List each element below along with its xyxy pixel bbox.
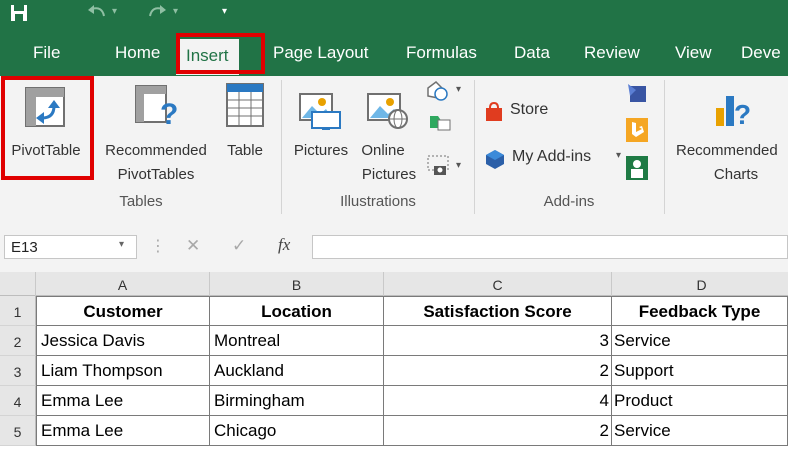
recommended-charts-label-2: Charts	[713, 166, 759, 183]
recommended-pivottables-button[interactable]: ? Recommended PivotTables	[94, 78, 218, 188]
column-header-b[interactable]: B	[210, 272, 384, 296]
table-cell[interactable]: Auckland	[210, 356, 384, 386]
table-label: Table	[227, 142, 263, 159]
table-cell[interactable]: Jessica Davis	[36, 326, 210, 356]
table-icon	[226, 83, 264, 127]
online-pictures-label-1: Online	[361, 142, 405, 159]
store-label: Store	[510, 101, 549, 118]
redo-icon[interactable]	[146, 4, 168, 22]
name-box-dropdown-icon[interactable]: ▾	[119, 239, 124, 250]
table-cell[interactable]: Support	[612, 356, 788, 386]
name-box[interactable]: E13	[4, 235, 137, 259]
cell-c1[interactable]: Satisfaction Score	[384, 296, 612, 326]
row-header[interactable]: 5	[0, 416, 36, 446]
table-cell[interactable]: Birmingham	[210, 386, 384, 416]
select-all-corner[interactable]	[0, 272, 36, 296]
formula-bar-grip-icon: ⋮	[150, 238, 166, 255]
enter-icon[interactable]: ✓	[232, 236, 246, 256]
column-header-a[interactable]: A	[36, 272, 210, 296]
group-label-illustrations: Illustrations	[340, 193, 416, 210]
group-label-addins: Add-ins	[543, 193, 595, 210]
bing-maps-icon[interactable]	[626, 118, 648, 142]
recommended-charts-icon: ?	[716, 96, 751, 130]
table-cell[interactable]: Chicago	[210, 416, 384, 446]
title-bar: ▾ ▾ ▾	[0, 0, 788, 30]
row-header[interactable]: 2	[0, 326, 36, 356]
tab-review[interactable]: Review	[584, 40, 640, 68]
tab-insert[interactable]: Insert	[176, 39, 239, 75]
my-addins-label: My Add-ins	[512, 148, 592, 165]
pivottable-icon	[25, 87, 65, 127]
smartart-icon[interactable]	[428, 112, 452, 134]
table-cell[interactable]: Service	[612, 416, 788, 446]
svg-text:?: ?	[160, 98, 178, 128]
table-cell[interactable]: 2	[384, 356, 612, 386]
tab-file[interactable]: File	[33, 40, 60, 68]
cell-b1[interactable]: Location	[210, 296, 384, 326]
cancel-icon[interactable]: ✕	[186, 236, 200, 256]
row-header[interactable]: 1	[0, 296, 36, 326]
screenshot-icon[interactable]	[426, 154, 454, 178]
pivottable-button[interactable]: PivotTable	[2, 78, 90, 182]
column-header-row: A B C D	[0, 272, 788, 296]
row-header[interactable]: 3	[0, 356, 36, 386]
store-button[interactable]: Store	[484, 100, 564, 126]
recommended-charts-button[interactable]: ? Recommended Charts	[672, 78, 788, 188]
table-cell[interactable]: 2	[384, 416, 612, 446]
cell-d1[interactable]: Feedback Type	[612, 296, 788, 326]
group-separator	[664, 80, 665, 214]
svg-text:?: ?	[734, 99, 751, 130]
pictures-button[interactable]: Pictures	[286, 78, 356, 182]
column-header-c[interactable]: C	[384, 272, 612, 296]
undo-dropdown-icon[interactable]: ▾	[112, 6, 117, 17]
save-icon[interactable]	[9, 3, 29, 23]
visio-icon[interactable]	[626, 82, 648, 104]
table-cell[interactable]: Emma Lee	[36, 386, 210, 416]
pivottable-label: PivotTable	[11, 142, 81, 159]
tab-data[interactable]: Data	[514, 40, 550, 68]
screenshot-dropdown-icon[interactable]: ▾	[456, 160, 461, 171]
table-cell[interactable]: Product	[612, 386, 788, 416]
shapes-dropdown-icon[interactable]: ▾	[456, 84, 461, 95]
table-button[interactable]: Table	[220, 78, 270, 182]
formula-input[interactable]	[312, 235, 788, 259]
table-cell[interactable]: Liam Thompson	[36, 356, 210, 386]
redo-dropdown-icon[interactable]: ▾	[173, 6, 178, 17]
recommended-pivottables-label-1: Recommended	[105, 142, 207, 159]
recommended-pivottables-icon: ?	[135, 85, 178, 128]
online-pictures-icon	[367, 93, 408, 129]
formula-bar: E13 ▾ ⋮ ✕ ✓ fx	[0, 222, 788, 272]
insert-function-icon[interactable]: fx	[278, 235, 290, 255]
pictures-label: Pictures	[293, 142, 349, 159]
my-addins-icon	[486, 150, 504, 169]
tab-home[interactable]: Home	[115, 40, 160, 68]
recommended-charts-label-1: Recommended	[676, 142, 778, 159]
undo-icon[interactable]	[86, 4, 108, 22]
row-header[interactable]: 4	[0, 386, 36, 416]
tab-developer[interactable]: Deve	[741, 40, 781, 68]
customize-qat-icon[interactable]: ▾	[222, 6, 227, 17]
ribbon-insert: PivotTable ? Recommended PivotTables Tab…	[0, 76, 788, 222]
store-icon	[486, 102, 502, 121]
table-cell[interactable]: 3	[384, 326, 612, 356]
people-graph-icon[interactable]	[626, 156, 648, 180]
online-pictures-label-2: Pictures	[361, 166, 417, 183]
table-cell[interactable]: Service	[612, 326, 788, 356]
my-addins-button[interactable]: My Add-ins ▾	[484, 146, 624, 172]
tab-view[interactable]: View	[675, 40, 712, 68]
column-header-d[interactable]: D	[612, 272, 788, 296]
my-addins-dropdown-icon[interactable]: ▾	[616, 150, 621, 161]
group-label-tables: Tables	[119, 193, 163, 210]
online-pictures-button[interactable]: Online Pictures	[358, 78, 420, 188]
tab-page-layout[interactable]: Page Layout	[273, 40, 368, 68]
recommended-pivottables-label-2: PivotTables	[117, 166, 195, 183]
table-cell[interactable]: Montreal	[210, 326, 384, 356]
table-cell[interactable]: Emma Lee	[36, 416, 210, 446]
cell-a1[interactable]: Customer	[36, 296, 210, 326]
ribbon-tab-bar: File Home Insert Page Layout Formulas Da…	[0, 30, 788, 76]
pictures-icon	[299, 93, 341, 130]
tab-formulas[interactable]: Formulas	[406, 40, 477, 68]
table-cell[interactable]: 4	[384, 386, 612, 416]
shapes-icon[interactable]	[424, 80, 450, 104]
